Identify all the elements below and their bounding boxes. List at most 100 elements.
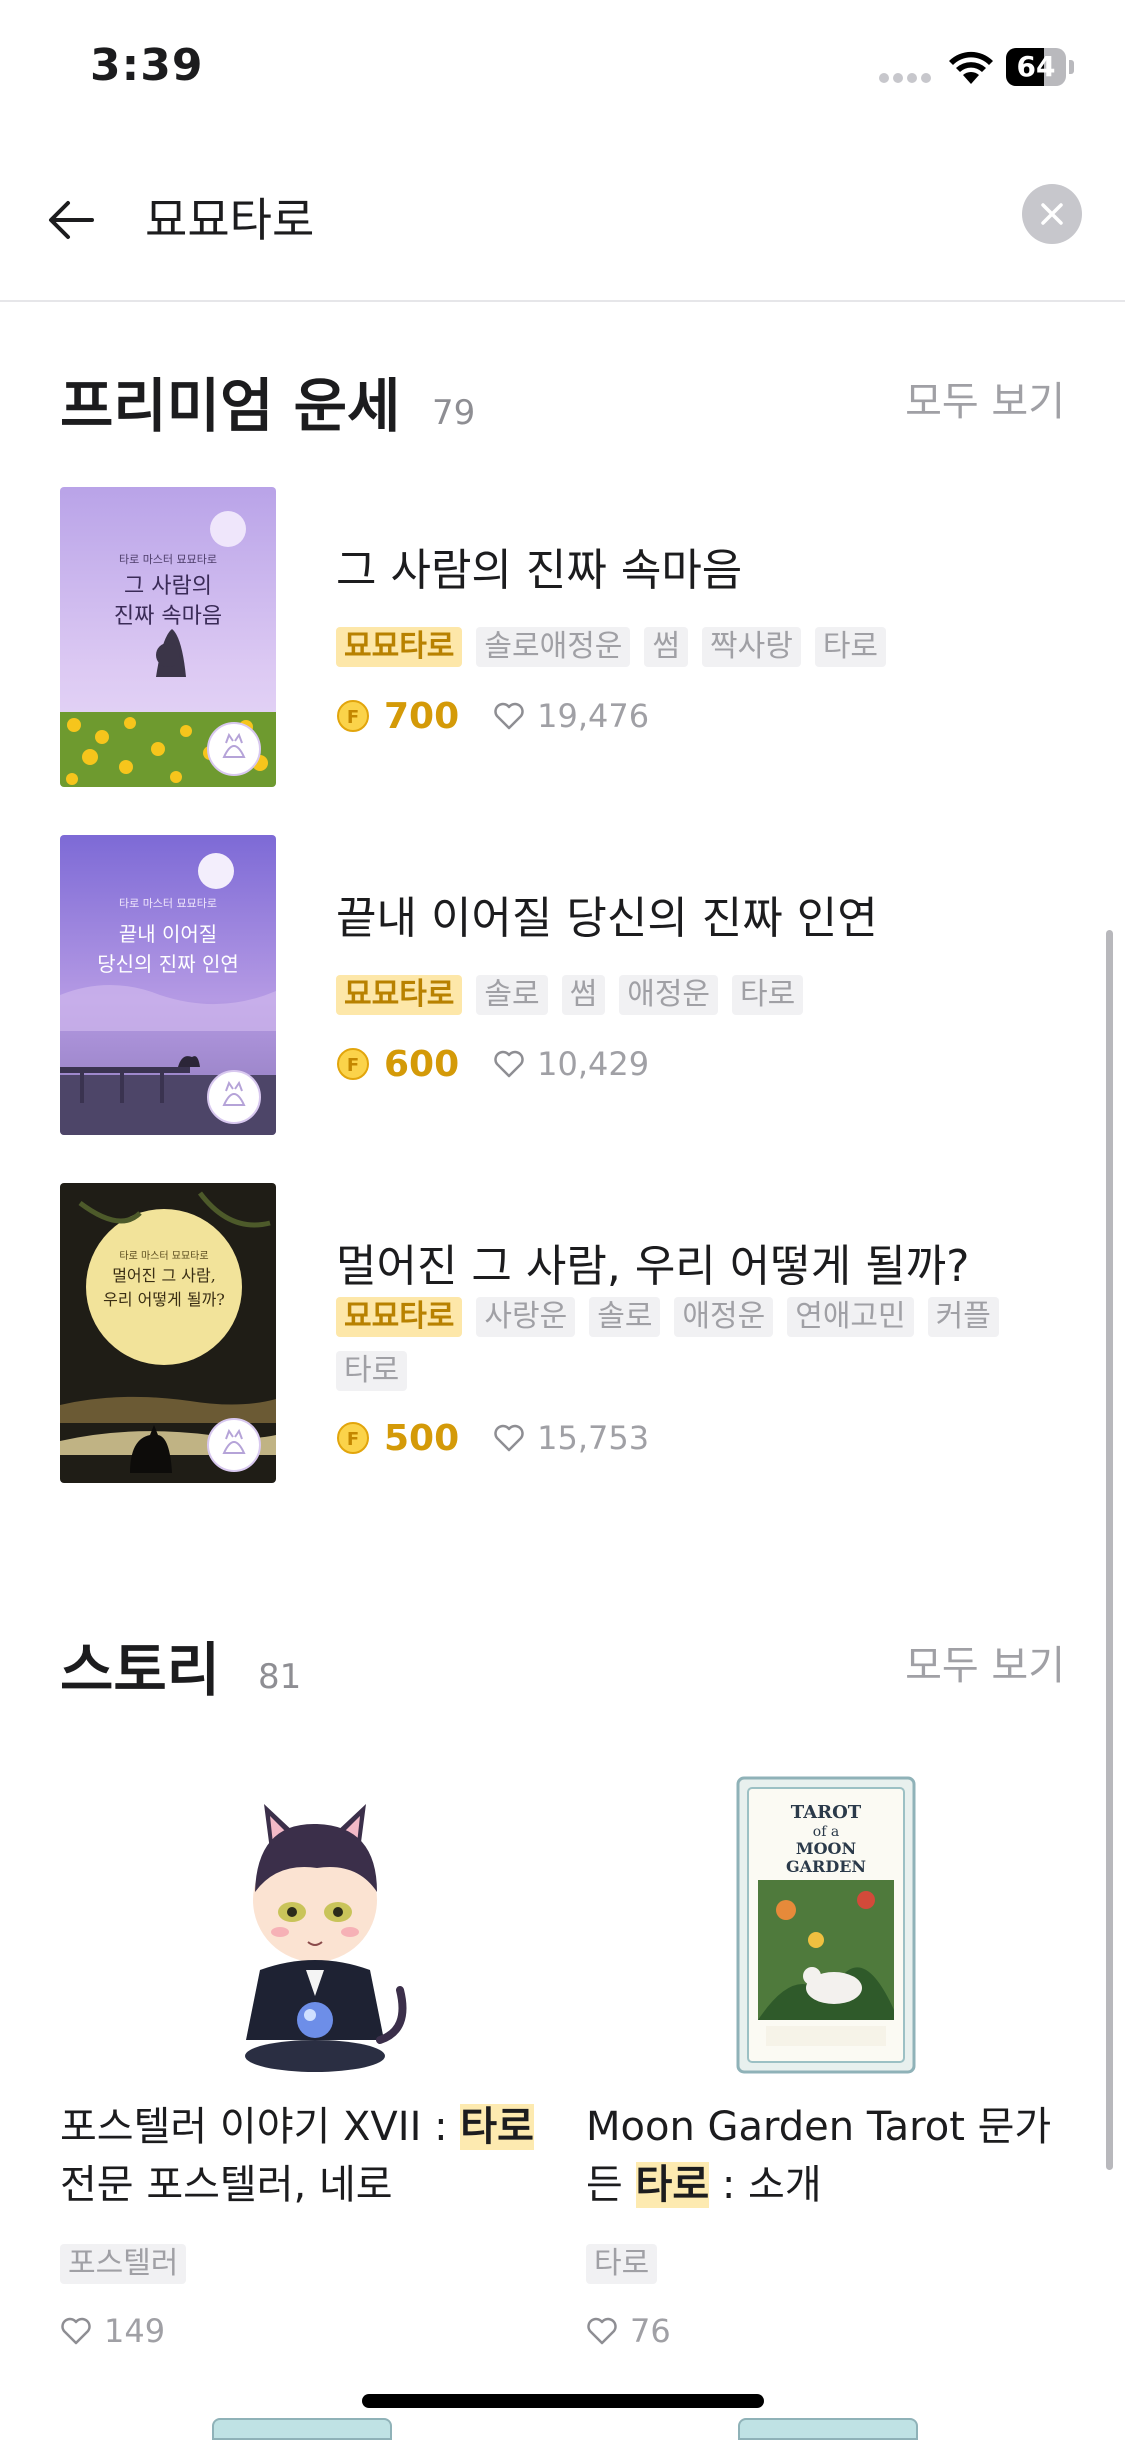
story-title: Moon Garden Tarot 문가든 타로 : 소개 <box>586 2098 1076 2214</box>
coin-icon: F <box>337 700 369 732</box>
brand-tag[interactable]: 묘묘타로 <box>336 1297 463 1337</box>
story-section-header: 스토리 81 모두 보기 <box>60 1630 1065 1710</box>
heart-icon[interactable] <box>493 701 525 731</box>
status-bar: 3:39 64 <box>0 0 1125 140</box>
tag[interactable]: 타로 <box>336 1351 408 1391</box>
home-indicator[interactable] <box>362 2394 764 2408</box>
brand-tag[interactable]: 묘묘타로 <box>336 975 463 1015</box>
coin-icon: F <box>337 1422 369 1454</box>
section-count: 79 <box>432 393 476 433</box>
tag[interactable]: 애정운 <box>674 1297 774 1337</box>
item-thumbnail: 타로 마스터 묘묘타로 멀어진 그 사람, 우리 어떻게 될까? <box>60 1183 276 1483</box>
item-title: 멀어진 그 사람, 우리 어떻게 될까? <box>336 1241 970 1292</box>
back-arrow-icon[interactable] <box>44 192 100 248</box>
svg-text:F: F <box>347 1429 359 1450</box>
story-title-text: 전문 포스텔러, 네로 <box>60 2162 393 2208</box>
close-icon <box>1041 203 1063 225</box>
like-count: 19,476 <box>537 697 650 735</box>
story-thumbnail-peek <box>738 2418 918 2440</box>
story-meta: 149 <box>60 2306 165 2356</box>
card-title-text: GARDEN <box>786 1857 866 1876</box>
premium-item[interactable]: 타로 마스터 묘묘타로 끝내 이어질 당신의 진짜 인연 끝내 이어질 당신의 … <box>60 835 1065 1135</box>
tag[interactable]: 타로 <box>732 975 804 1015</box>
tag[interactable]: 솔로애정운 <box>476 627 631 667</box>
premium-item[interactable]: 타로 마스터 묘묘타로 멀어진 그 사람, 우리 어떻게 될까? 멀어진 그 사… <box>60 1183 1065 1483</box>
like-count: 149 <box>104 2312 166 2350</box>
story-title-text: 포스텔러 이야기 XVII : <box>60 2104 461 2150</box>
coin-icon: F <box>337 1048 369 1080</box>
card-title-text: of a <box>813 1824 839 1840</box>
card-title-text: MOON <box>796 1839 856 1858</box>
cellular-signal-icon <box>879 73 931 83</box>
like-count: 76 <box>630 2312 671 2350</box>
tag[interactable]: 솔로 <box>589 1297 661 1337</box>
like-count: 10,429 <box>537 1045 650 1083</box>
tag[interactable]: 솔로 <box>476 975 548 1015</box>
tag[interactable]: 썸 <box>561 975 606 1015</box>
heart-icon[interactable] <box>586 2316 618 2346</box>
tag[interactable]: 타로 <box>586 2244 658 2284</box>
price: 600 <box>384 1043 460 1085</box>
tag-list: 묘묘타로 솔로 썸 애정운 타로 <box>336 975 1076 1015</box>
premium-section-header: 프리미엄 운세 79 모두 보기 <box>60 366 1065 446</box>
tag[interactable]: 커플 <box>927 1297 999 1337</box>
tag[interactable]: 타로 <box>814 627 887 667</box>
premium-item[interactable]: 타로 마스터 묘묘타로 그 사람의 진짜 속마음 그 사람의 진짜 속마음 묘묘… <box>60 487 1065 787</box>
story-card[interactable]: TAROT of a MOON GARDEN Moon Garden Tarot… <box>586 1770 1066 2370</box>
highlighted-keyword: 타로 <box>460 2104 534 2150</box>
svg-text:F: F <box>347 1055 359 1076</box>
search-header: 묘묘타로 <box>0 140 1125 302</box>
item-title: 그 사람의 진짜 속마음 <box>336 545 743 596</box>
battery-icon: 64 <box>1006 48 1074 86</box>
item-meta: F 500 15,753 <box>336 1413 649 1463</box>
see-all-link[interactable]: 모두 보기 <box>905 1636 1065 1696</box>
section-count: 81 <box>258 1657 302 1697</box>
status-time: 3:39 <box>90 40 204 91</box>
cover-title-line: 우리 어떻게 될까? <box>103 1290 225 1309</box>
tag-list: 묘묘타로 사랑운 솔로 애정운 연애고민 커플 타로 <box>336 1297 1076 1391</box>
story-image: TAROT of a MOON GARDEN <box>736 1776 916 2074</box>
battery-percent: 64 <box>1016 50 1056 83</box>
cover-title-line: 그 사람의 <box>124 574 212 599</box>
story-title: 포스텔러 이야기 XVII : 타로 전문 포스텔러, 네로 <box>60 2098 550 2214</box>
cover-title-line: 당신의 진짜 인연 <box>97 952 239 976</box>
cover-title-line: 멀어진 그 사람, <box>112 1266 216 1285</box>
story-title-text: : 소개 <box>709 2162 822 2208</box>
highlighted-keyword: 타로 <box>635 2162 710 2208</box>
cover-title-line: 진짜 속마음 <box>114 604 222 629</box>
wifi-icon <box>949 51 993 84</box>
cover-title-line: 끝내 이어질 <box>119 922 217 946</box>
heart-icon[interactable] <box>493 1049 525 1079</box>
tag[interactable]: 썸 <box>644 627 689 667</box>
see-all-link[interactable]: 모두 보기 <box>905 372 1065 432</box>
item-meta: F 600 10,429 <box>336 1039 649 1089</box>
scrollbar[interactable] <box>1106 930 1113 2170</box>
brand-tag[interactable]: 묘묘타로 <box>336 627 463 667</box>
tag[interactable]: 연애고민 <box>787 1297 914 1337</box>
section-title: 스토리 <box>60 1636 221 1704</box>
item-thumbnail: 타로 마스터 묘묘타로 끝내 이어질 당신의 진짜 인연 <box>60 835 276 1135</box>
search-input[interactable]: 묘묘타로 <box>145 184 314 256</box>
like-count: 15,753 <box>537 1419 650 1457</box>
clear-search-button[interactable] <box>1022 184 1082 244</box>
cover-top-text: 타로 마스터 묘묘타로 <box>119 553 217 566</box>
price: 700 <box>384 695 460 737</box>
tag[interactable]: 사랑운 <box>476 1297 576 1337</box>
section-title: 프리미엄 운세 <box>60 372 401 440</box>
heart-icon[interactable] <box>493 1423 525 1453</box>
heart-icon[interactable] <box>60 2316 92 2346</box>
tag[interactable]: 포스텔러 <box>60 2244 187 2284</box>
story-meta: 76 <box>586 2306 671 2356</box>
tag[interactable]: 짝사랑 <box>702 627 801 667</box>
svg-text:F: F <box>347 707 359 728</box>
story-image <box>245 1804 407 2072</box>
tag[interactable]: 애정운 <box>619 975 719 1015</box>
cover-top-text: 타로 마스터 묘묘타로 <box>119 1250 208 1262</box>
price: 500 <box>384 1417 460 1459</box>
tag-list: 묘묘타로 솔로애정운 썸 짝사랑 타로 <box>336 627 1076 667</box>
item-title: 끝내 이어질 당신의 진짜 인연 <box>336 893 878 944</box>
item-thumbnail: 타로 마스터 묘묘타로 그 사람의 진짜 속마음 <box>60 487 276 787</box>
story-card[interactable]: 포스텔러 이야기 XVII : 타로 전문 포스텔러, 네로 포스텔러 149 <box>60 1770 540 2370</box>
card-title-text: TAROT <box>791 1802 862 1823</box>
item-meta: F 700 19,476 <box>336 691 649 741</box>
